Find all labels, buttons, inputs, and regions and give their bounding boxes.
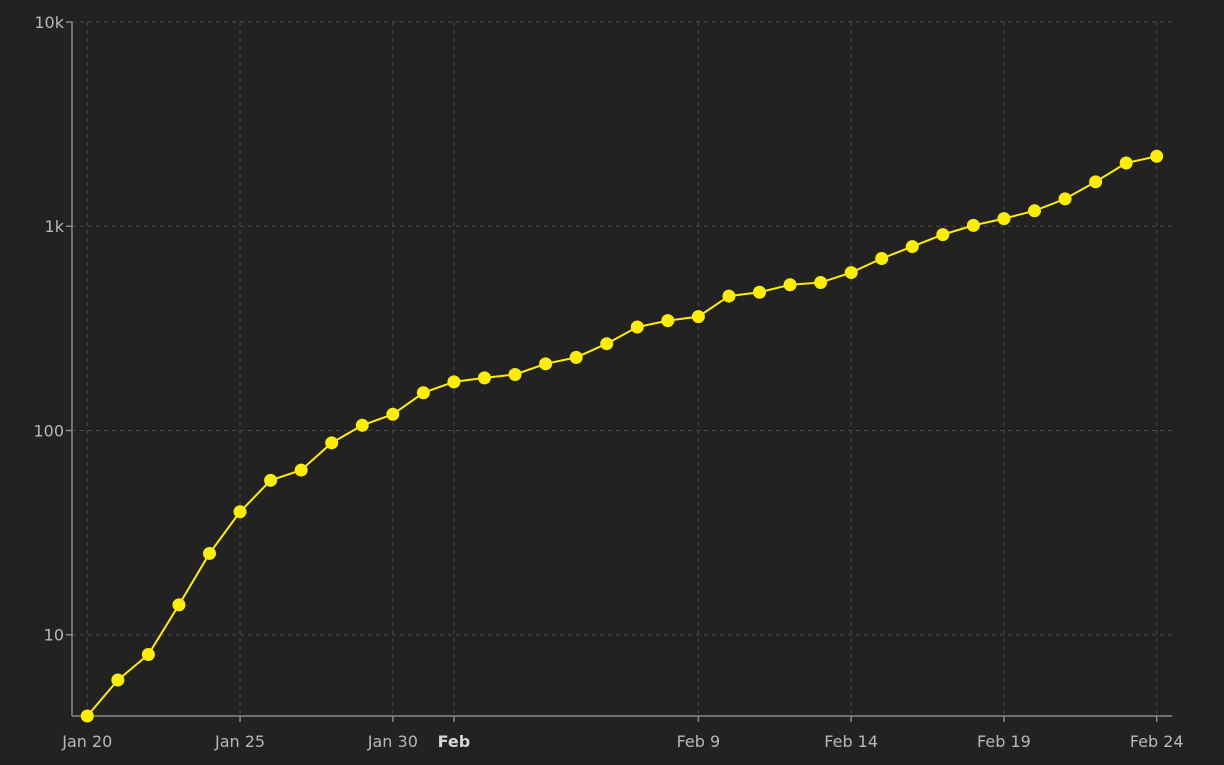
- y-tick-label: 10: [44, 626, 64, 645]
- y-tick-label: 1k: [45, 217, 65, 236]
- x-tick-label: Jan 30: [367, 732, 418, 751]
- y-tick-label: 100: [33, 421, 64, 440]
- data-point[interactable]: [539, 357, 553, 371]
- data-point[interactable]: [661, 314, 675, 328]
- data-point[interactable]: [844, 266, 858, 280]
- data-point[interactable]: [508, 367, 522, 381]
- data-point[interactable]: [264, 473, 278, 487]
- tick-label-layer: 10 100 1k 10k Jan 20 Jan 25 Jan 30 Feb Feb 9 Feb …: [33, 13, 1183, 751]
- y-tick-label: 10k: [34, 13, 64, 32]
- data-point[interactable]: [447, 375, 461, 389]
- series-layer: [80, 149, 1164, 723]
- data-point[interactable]: [1028, 204, 1041, 218]
- axis-layer: [66, 21, 1172, 722]
- data-point[interactable]: [783, 278, 797, 292]
- data-point[interactable]: [630, 320, 644, 334]
- data-point[interactable]: [875, 252, 889, 266]
- data-point[interactable]: [1089, 175, 1103, 189]
- data-point[interactable]: [386, 407, 400, 421]
- data-point[interactable]: [325, 436, 339, 450]
- data-point[interactable]: [416, 386, 430, 400]
- data-point[interactable]: [966, 218, 980, 232]
- data-point[interactable]: [905, 240, 919, 254]
- x-tick-label: Feb 19: [977, 732, 1031, 751]
- data-point[interactable]: [569, 350, 583, 364]
- data-point[interactable]: [600, 337, 614, 351]
- data-point[interactable]: [936, 228, 950, 242]
- data-point[interactable]: [355, 418, 369, 432]
- data-point[interactable]: [814, 276, 828, 290]
- data-point[interactable]: [111, 673, 125, 687]
- series-line: [86, 155, 1157, 717]
- data-point[interactable]: [753, 285, 766, 299]
- x-tick-label: Jan 25: [214, 732, 265, 751]
- data-point[interactable]: [997, 212, 1011, 226]
- data-point[interactable]: [203, 546, 216, 560]
- data-point[interactable]: [172, 598, 186, 612]
- chart-container: 10 100 1k 10k Jan 20 Jan 25 Jan 30 Feb Feb 9 Feb …: [0, 0, 1224, 765]
- x-tick-label: Jan 20: [61, 732, 112, 751]
- data-point[interactable]: [722, 289, 736, 303]
- line-chart: 10 100 1k 10k Jan 20 Jan 25 Jan 30 Feb Feb 9 Feb …: [33, 13, 1183, 751]
- x-tick-label: Feb 24: [1130, 732, 1184, 751]
- data-point[interactable]: [294, 463, 308, 477]
- data-point[interactable]: [80, 709, 94, 723]
- x-tick-label: Feb: [438, 732, 471, 751]
- data-point[interactable]: [478, 371, 491, 385]
- data-point[interactable]: [1058, 192, 1072, 206]
- x-tick-label: Feb 9: [677, 732, 721, 751]
- data-point[interactable]: [233, 505, 247, 519]
- grid-layer: [72, 21, 1172, 716]
- x-tick-label: Feb 14: [824, 732, 878, 751]
- data-point[interactable]: [1119, 156, 1133, 170]
- data-point[interactable]: [141, 648, 155, 662]
- data-point[interactable]: [691, 310, 705, 324]
- data-point[interactable]: [1150, 149, 1164, 163]
